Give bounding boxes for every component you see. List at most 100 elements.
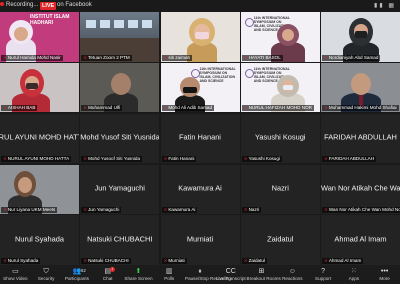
participant-tile[interactable]: ⨯Nordianiyah Abd Samad [321,12,400,62]
participant-name-label: ⨯FARIDAH ABDULLAH [322,156,377,163]
participant-name: Kawamura Ai [168,207,196,213]
participant-tile[interactable]: INSTITUT ISLAM HADHARI ⨯Nurul Hamida Mohd… [0,12,79,62]
participant-tile[interactable]: 11th INTERNATIONAL SYMPOSIUM ON ISLAM, CIV… [160,62,240,113]
chat-unread-badge: 1 [109,267,115,272]
participant-tile[interactable]: FARIDAH ABDULLAH ⨯FARIDAH ABDULLAH [321,113,400,164]
participant-display-name: Natsuki CHUBACHI [87,234,153,244]
participant-name-label: ⨯Mohd Yusoof Siti Yusnida [81,156,143,163]
participant-name-label: ⨯HAYATI BASOL [241,54,283,61]
participant-tile[interactable]: Ahmad Al Imam ⨯Ahmad Al Imam [321,215,400,265]
more-icon: ••• [380,268,389,275]
participant-name: Murniati [168,257,185,263]
hall-screen [100,20,111,28]
toolbar-video-button[interactable]: ▭ Show Video [0,267,30,282]
participant-name: Tetuan Zoom 2 PTM [88,54,130,60]
toolbar-apps-button[interactable]: ⁙ Apps [339,267,369,282]
participant-tile[interactable]: ⨯Muhammad Hakimi Mohd Shafiai [321,62,400,113]
apps-icon: ⁙ [350,268,357,275]
participant-name: Natsuki CHUBACHI [88,257,129,263]
participant-name-label: ⨯Nurul Syahada [1,257,41,264]
participant-name-label: ⨯NURUL HAFIZAH MOHD NOR [241,105,314,112]
view-controls[interactable]: ▮▮ ▦ [374,2,396,9]
participant-tile[interactable]: NURUL AYUNI MOHD HATTA⨯NURUL AYUNI MOHD … [0,113,79,164]
pause-recording-icon: ⏸ [198,268,202,275]
toolbar-label: Participants [64,276,89,281]
muted-mic-icon: ⨯ [324,105,328,111]
participant-tile[interactable]: Nazri ⨯Nazri [240,164,320,215]
participant-display-name: Yasushi Kosugi [255,133,306,143]
meeting-toolbar: ▭ Show Video ⛉ Security 👥 62 Participants ▤ 1 Cha… [0,265,400,284]
recording-status: Recording... [0,2,38,8]
participant-name: Ahmad Al Imam [328,257,362,263]
muted-mic-icon: ⨯ [163,207,168,213]
toolbar-breakout-button[interactable]: ⊞ Breakout Rooms [246,267,281,282]
muted-mic-icon: ⨯ [324,257,328,263]
muted-mic-icon: ⨯ [83,54,88,60]
participant-name-label: ⨯Wan Nor Atikah Che Wan Mohd Noor [322,207,400,214]
support-icon: ? [321,268,326,275]
cc-icon: CC [225,268,236,275]
toolbar-pause-recording-button[interactable]: ⏸ Pause/Stop Recording [185,267,231,282]
participant-display-name: Zaidatul [267,234,294,244]
face-mask [355,31,367,38]
breakout-icon: ⊞ [258,268,265,275]
toolbar-cc-button[interactable]: CC Live Transcript [216,267,246,282]
participant-name: Zaidatul [248,257,265,263]
toolbar-participants-button[interactable]: 👥 62 Participants [62,267,92,282]
toolbar-label: Reactions [282,276,303,281]
participant-name: Muhammad Ulfi [88,105,121,111]
participant-tile[interactable]: Nurul Syahada ⨯Nurul Syahada [0,215,79,265]
participant-tile[interactable]: Yasushi Kosugi ⨯Yasushi Kosugi [240,113,320,164]
participant-tile[interactable]: Natsuki CHUBACHI ⨯Natsuki CHUBACHI [80,215,160,265]
muted-mic-icon: ⨯ [3,156,7,162]
background-banner: INSTITUT ISLAM HADHARI [30,14,70,26]
toolbar-polls-button[interactable]: ▥ Polls [154,267,184,282]
participant-tile[interactable]: ⨯siti zaimah [160,12,240,62]
participant-tile[interactable]: Kawamura Ai ⨯Kawamura Ai [160,164,240,215]
toolbar-label: Share Screen [124,276,153,281]
participant-display-name: Murniati [186,234,214,244]
polls-icon: ▥ [165,268,173,275]
participant-display-name: Jun Yamaguchi [94,183,145,193]
chat-icon: ▤ [104,268,111,275]
participant-tile[interactable]: ⨯Muhammad Ulfi [80,62,160,113]
participant-name: Wan Nor Atikah Che Wan Mohd Noor [328,207,400,213]
live-on-label: on Facebook [57,2,92,8]
participant-tile[interactable]: 11th INTERNATIONAL SYMPOSIUM ON ISLAM, CIV… [240,12,320,62]
toolbar-label: Breakout Rooms [246,276,281,281]
participant-tile[interactable]: Fatin Hanani ⨯Fatin Hanani [160,113,240,164]
participant-tile[interactable]: Mohd Yusof Siti Yusnida ⨯Mohd Yusoof Siti… [80,113,160,164]
muted-mic-icon: ⨯ [83,156,88,162]
face-mask [182,86,197,93]
participant-name: Mohd Ali Adib Samad [168,105,213,111]
participant-tile[interactable]: ⨯Tetuan Zoom 2 PTM [80,12,160,62]
muted-mic-icon: ⨯ [243,105,248,111]
participant-display-name: NURUL AYUNI MOHD HATTA [0,133,79,143]
participant-name-label: ⨯Zaidatul [241,257,267,264]
participant-tile[interactable]: Wan Nor Atikah Che Wan Mohd Noor⨯Wan Nor… [321,164,400,215]
live-badge[interactable]: LIVE [40,2,57,10]
participant-tile[interactable]: ⨯AISHAH BAB [0,62,79,113]
participant-name: NURUL HAFIZAH MOHD NOR [248,105,312,111]
face-mask [26,82,38,89]
toolbar-support-button[interactable]: ? Support [308,267,338,282]
participant-name: Jun Yamaguchi [88,207,120,213]
reactions-icon: ☺ [288,268,296,275]
participant-name-label: ⨯Yasushi Kosugi [241,156,282,163]
participant-name-label: ⨯Muhammad Hakimi Mohd Shafiai [322,105,399,112]
participant-tile[interactable]: Jun Yamaguchi ⨯Jun Yamaguchi [80,164,160,215]
hall-screen [128,20,139,28]
participant-tile[interactable]: ⨯Nur Liyana UKM Meets [0,164,79,215]
hall-screen [114,20,125,28]
toolbar-chat-button[interactable]: ▤ 1 Chat [93,267,123,282]
participant-tile[interactable]: Zaidatul ⨯Zaidatul [240,215,320,265]
toolbar-more-button[interactable]: ••• More [370,267,400,282]
toolbar-reactions-button[interactable]: ☺ Reactions [277,267,307,282]
figure-face [14,27,28,41]
participant-grid: INSTITUT ISLAM HADHARI ⨯Nurul Hamida Mohd… [0,12,400,265]
toolbar-share-screen-button[interactable]: ⬆ Share Screen [123,267,153,282]
participant-name: NURUL AYUNI MOHD HATTA [7,156,70,162]
toolbar-shield-button[interactable]: ⛉ Security [31,267,61,282]
participant-tile[interactable]: 11th INTERNATIONAL SYMPOSIUM ON ISLAM, CIV… [240,62,320,113]
participant-tile[interactable]: Murniati ⨯Murniati [160,215,240,265]
